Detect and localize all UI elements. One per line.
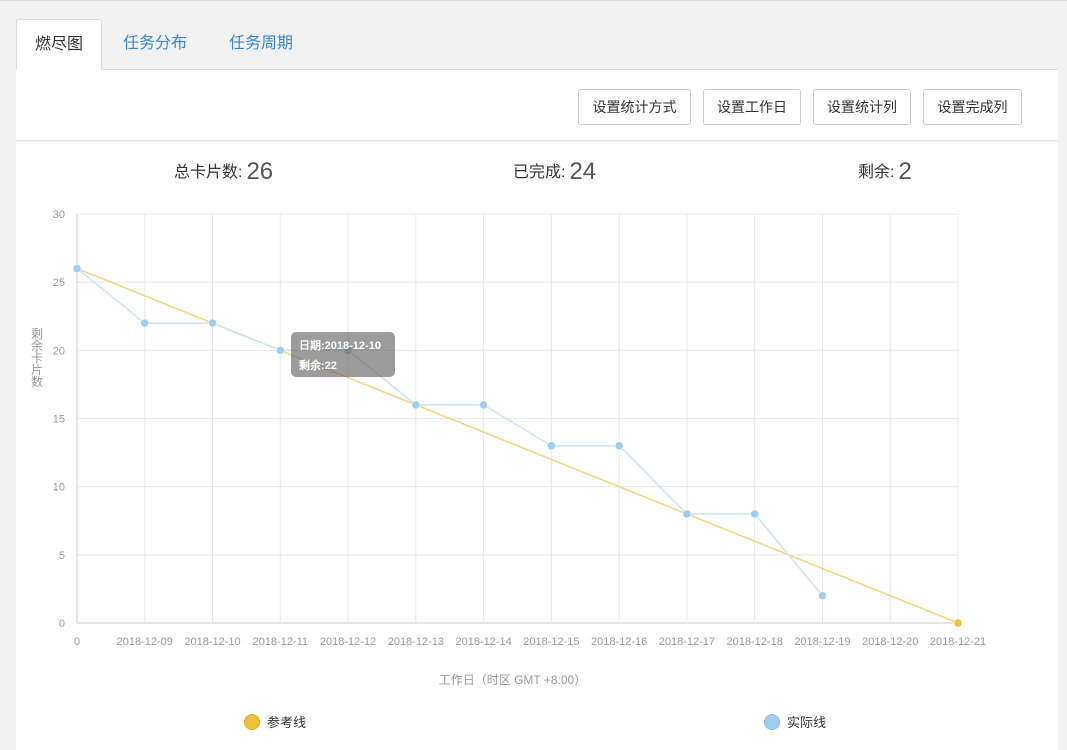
x-tick-label: 2018-12-20 (862, 636, 918, 648)
actual-point (140, 318, 150, 328)
y-tick-label: 5 (59, 550, 65, 562)
tooltip-date: 日期:2018-12-10 (299, 338, 381, 352)
burndown-chart: 0 5 10 15 20 25 30 0 2018-12-09 2018-12-10 2018-12… (31, 209, 986, 730)
x-tick-label: 2018-12-09 (117, 636, 173, 648)
tab-task-cycle[interactable]: 任务周期 (208, 19, 314, 70)
x-tick-label: 2018-12-15 (523, 636, 579, 648)
legend-actual-marker (764, 714, 780, 730)
set-workdays-button[interactable]: 设置工作日 (703, 89, 801, 125)
actual-point (750, 509, 759, 519)
x-tick-label: 0 (74, 636, 80, 648)
legend-actual-label: 实际线 (787, 715, 826, 730)
tab-bar: 燃尽图 任务分布 任务周期 (16, 19, 314, 70)
y-tick-label: 10 (53, 482, 65, 494)
x-axis-title: 工作日（时区 GMT +8:00） (439, 673, 586, 687)
top-border (0, 0, 1067, 1)
set-statistic-method-button[interactable]: 设置统计方式 (578, 89, 691, 125)
y-tick-label: 15 (53, 414, 65, 426)
legend-reference-label: 参考线 (267, 715, 306, 730)
chart-panel: 总卡片数: 26 已完成: 24 剩余: 2 0 5 10 15 20 25 30 0 2018-12… (16, 142, 1058, 750)
x-tick-label: 2018-12-10 (184, 636, 240, 648)
x-tick-label: 2018-12-21 (930, 636, 986, 648)
y-tick-label: 30 (53, 209, 65, 221)
x-tick-label: 2018-12-18 (727, 636, 783, 648)
actual-point (682, 509, 692, 519)
x-tick-label: 2018-12-19 (794, 636, 850, 648)
actual-point (547, 441, 556, 451)
actual-point (411, 400, 421, 410)
y-tick-label: 25 (53, 277, 65, 289)
x-tick-label: 2018-12-14 (455, 636, 511, 648)
x-tick-label: 2018-12-11 (253, 636, 308, 648)
tooltip-remaining: 剩余:22 (299, 358, 337, 372)
y-tick-label: 20 (53, 345, 65, 357)
actual-point (818, 591, 827, 600)
legend-reference-marker (244, 714, 260, 730)
set-statistic-columns-button[interactable]: 设置统计列 (813, 89, 911, 125)
tab-burndown[interactable]: 燃尽图 (16, 19, 103, 70)
x-tick-label: 2018-12-12 (320, 636, 376, 648)
actual-point (479, 400, 488, 410)
x-tick-label: 2018-12-17 (659, 636, 715, 648)
actual-point (208, 318, 217, 328)
x-tick-label: 2018-12-13 (388, 636, 444, 648)
actual-point (72, 264, 82, 273)
actual-point (276, 346, 285, 355)
reference-point (953, 618, 963, 628)
set-done-columns-button[interactable]: 设置完成列 (923, 89, 1022, 125)
toolbar: 设置统计方式 设置工作日 设置统计列 设置完成列 (16, 69, 1058, 141)
y-axis-title-char: 数 (31, 374, 43, 389)
actual-line (76, 267, 824, 597)
x-tick-label: 2018-12-16 (591, 636, 647, 648)
actual-point (614, 441, 624, 451)
y-tick-label: 0 (59, 618, 65, 630)
tab-task-distribution[interactable]: 任务分布 (102, 19, 208, 70)
